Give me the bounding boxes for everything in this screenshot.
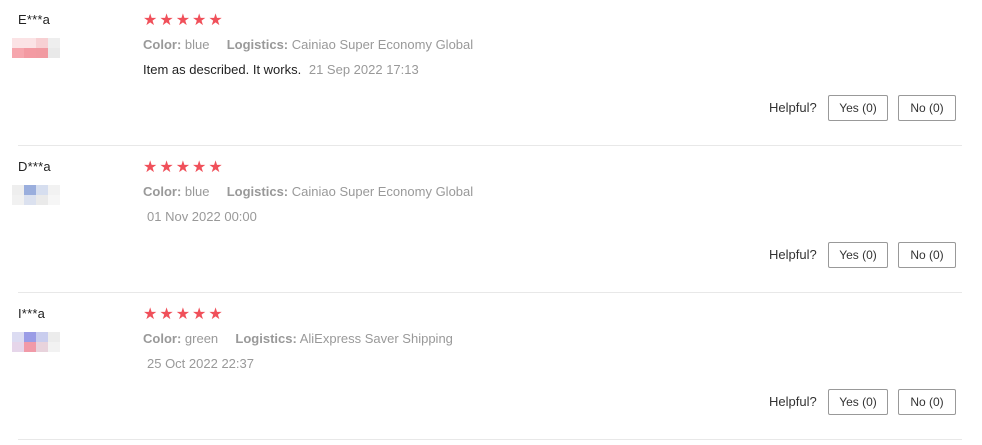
sku-info: Color: blue Logistics: Cainiao Super Eco…: [143, 184, 473, 199]
review-divider: [18, 145, 962, 146]
color-value: blue: [184, 37, 210, 52]
review-text: Item as described. It works.: [143, 62, 302, 77]
review-content: Item as described. It works. 21 Sep 2022…: [143, 62, 419, 77]
star-icon: ★: [208, 12, 224, 29]
review-divider: [18, 292, 962, 293]
color-label: Color:: [143, 37, 182, 52]
helpful-no-button[interactable]: No (0): [898, 389, 956, 415]
review-date: 25 Oct 2022 22:37: [147, 356, 254, 371]
star-icon: ★: [192, 12, 208, 29]
star-icon: ★: [159, 12, 175, 29]
review-item: D***a ★★★★★ Color: blue Logistics: Caini…: [0, 147, 982, 294]
helpful-yes-button[interactable]: Yes (0): [828, 389, 888, 415]
color-label: Color:: [143, 184, 182, 199]
reviewer-name: D***a: [18, 159, 51, 174]
star-icon: ★: [175, 159, 192, 176]
review-date: 01 Nov 2022 00:00: [147, 209, 257, 224]
helpful-no-button[interactable]: No (0): [898, 242, 956, 268]
country-flag-icon: [12, 332, 60, 352]
star-icon: ★: [175, 306, 192, 323]
helpful-label: Helpful?: [769, 247, 817, 262]
color-value: blue: [184, 184, 210, 199]
helpful-label: Helpful?: [769, 394, 817, 409]
reviewer-name: E***a: [18, 12, 51, 27]
logistics-label: Logistics:: [226, 184, 289, 199]
star-rating: ★★★★★: [143, 305, 225, 325]
reviewer-name: I***a: [18, 306, 46, 321]
star-icon: ★: [192, 306, 208, 323]
logistics-label: Logistics:: [226, 37, 289, 52]
helpful-yes-button[interactable]: Yes (0): [828, 242, 888, 268]
logistics-value: Cainiao Super Economy Global: [291, 37, 474, 52]
country-flag-icon: [12, 38, 60, 58]
star-icon: ★: [208, 159, 224, 176]
color-value: green: [184, 331, 219, 346]
logistics-value: Cainiao Super Economy Global: [291, 184, 474, 199]
review-divider: [18, 439, 962, 440]
star-rating: ★★★★★: [143, 158, 225, 178]
star-icon: ★: [143, 12, 159, 29]
review-item: I***a ★★★★★ Color: green Logistics: AliE…: [0, 294, 982, 441]
star-icon: ★: [143, 306, 159, 323]
star-icon: ★: [159, 159, 175, 176]
star-icon: ★: [143, 159, 159, 176]
logistics-value: AliExpress Saver Shipping: [299, 331, 453, 346]
star-icon: ★: [208, 306, 224, 323]
review-item: E***a ★★★★★ Color: blue Logistics: Caini…: [0, 0, 982, 147]
logistics-label: Logistics:: [235, 331, 297, 346]
review-date: 21 Sep 2022 17:13: [308, 62, 419, 77]
helpful-label: Helpful?: [769, 100, 817, 115]
country-flag-icon: [12, 185, 60, 205]
star-icon: ★: [192, 159, 208, 176]
sku-info: Color: blue Logistics: Cainiao Super Eco…: [143, 37, 473, 52]
helpful-no-button[interactable]: No (0): [898, 95, 956, 121]
color-label: Color:: [143, 331, 182, 346]
star-icon: ★: [159, 306, 175, 323]
sku-info: Color: green Logistics: AliExpress Saver…: [143, 331, 453, 346]
helpful-yes-button[interactable]: Yes (0): [828, 95, 888, 121]
star-icon: ★: [175, 12, 192, 29]
star-rating: ★★★★★: [143, 11, 225, 31]
